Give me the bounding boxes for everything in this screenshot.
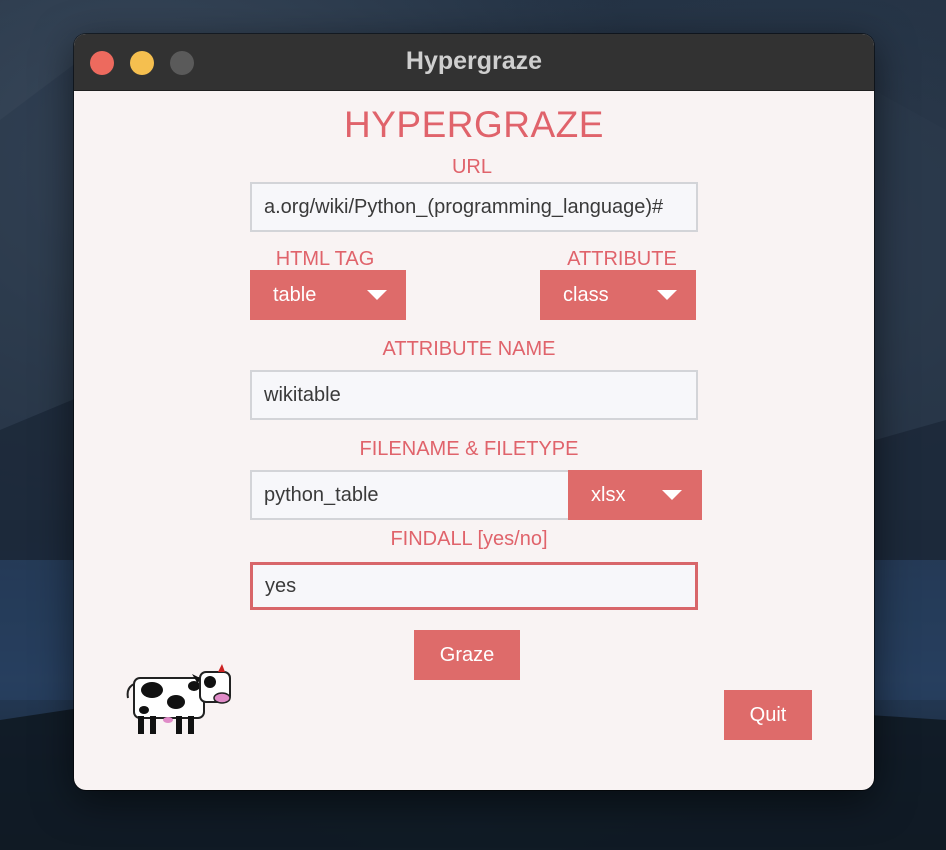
attribute-name-value: wikitable [264,383,341,406]
html-tag-dropdown[interactable]: table [250,270,406,320]
app-window: Hypergraze HYPERGRAZE URL a.org/wiki/Pyt… [74,34,874,790]
caret-down-icon [367,290,387,300]
filename-label: FILENAME & FILETYPE [359,438,579,460]
quit-button[interactable]: Quit [724,690,812,740]
attribute-dropdown[interactable]: class [540,270,696,320]
filetype-dropdown[interactable]: xlsx [568,470,702,520]
caret-down-icon [662,490,682,500]
html-tag-selected: table [273,283,317,306]
filename-value: python_table [264,483,379,506]
title-bar[interactable]: Hypergraze [74,34,874,91]
filename-input[interactable]: python_table [250,470,570,520]
findall-label: FINDALL [yes/no] [390,528,548,550]
html-tag-label: HTML TAG [275,248,375,270]
filetype-selected: xlsx [591,483,626,506]
url-label: URL [451,156,492,178]
window-title: Hypergraze [405,47,543,75]
attribute-label: ATTRIBUTE [567,248,677,270]
graze-button[interactable]: Graze [414,630,520,680]
url-input-value: a.org/wiki/Python_(programming_language)… [264,195,664,218]
url-input[interactable]: a.org/wiki/Python_(programming_language)… [250,182,698,232]
cow-icon [126,664,231,734]
app-heading: HYPERGRAZE [344,104,604,145]
attribute-name-input[interactable]: wikitable [250,370,698,420]
findall-input[interactable]: yes [250,562,698,610]
attribute-name-label: ATTRIBUTE NAME [382,338,556,360]
findall-value: yes [265,574,297,597]
caret-down-icon [657,290,677,300]
attribute-selected: class [563,283,609,306]
